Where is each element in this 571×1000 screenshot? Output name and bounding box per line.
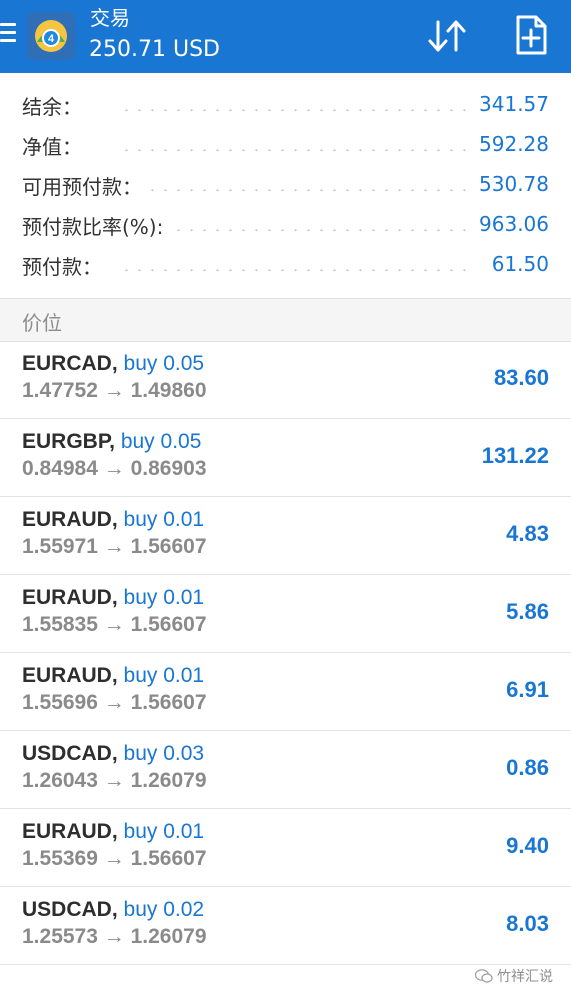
position-symbol: EURCAD <box>22 352 112 375</box>
current-price: 1.56607 <box>130 535 207 558</box>
position-side: buy 0.01 <box>123 508 205 531</box>
separator-comma: , <box>111 820 118 843</box>
position-profit: 5.86 <box>506 599 549 624</box>
screen-title: 交易 <box>90 6 130 30</box>
position-profit: 0.86 <box>506 755 549 780</box>
summary-value: 61.50 <box>485 252 549 276</box>
separator-comma: , <box>111 508 118 531</box>
arrow-icon: → <box>103 535 125 558</box>
current-price: 1.56607 <box>130 847 207 870</box>
position-side: buy 0.05 <box>120 430 202 453</box>
top-app-bar: 4 交易 250.71 USD <box>0 0 571 73</box>
summary-value: 592.28 <box>473 132 549 156</box>
summary-label: 净值： <box>22 131 88 160</box>
dotted-leader <box>120 149 475 151</box>
arrow-icon: → <box>103 925 125 948</box>
section-label: 价位 <box>22 311 62 335</box>
position-symbol: EURAUD <box>22 508 112 531</box>
summary-label: 结余： <box>22 91 88 120</box>
position-row[interactable]: EURAUD, buy 0.01 1.55369 → 1.56607 9.40 <box>0 809 571 887</box>
account-summary: 结余： 341.57 净值： 592.28 可用预付款： 530.78 预付款比… <box>0 85 571 285</box>
summary-row-margin: 预付款： 61.50 <box>0 245 571 285</box>
arrow-icon: → <box>103 691 125 714</box>
current-price: 1.56607 <box>130 691 207 714</box>
open-price: 1.25573 <box>22 925 98 948</box>
summary-row-balance: 结余： 341.57 <box>0 85 571 125</box>
current-price: 1.49860 <box>130 379 207 402</box>
menu-icon[interactable] <box>0 20 16 46</box>
summary-value: 341.57 <box>473 92 549 116</box>
position-row[interactable]: USDCAD, buy 0.02 1.25573 → 1.26079 8.03 <box>0 887 571 965</box>
separator-comma: , <box>111 898 118 921</box>
open-price: 1.26043 <box>22 769 98 792</box>
position-profit: 83.60 <box>493 365 549 390</box>
header-balance: 250.71 USD <box>89 37 220 62</box>
watermark-text: 竹祥汇说 <box>497 969 553 985</box>
position-profit: 8.03 <box>506 911 549 936</box>
position-side: buy 0.05 <box>123 352 205 375</box>
dotted-leader <box>120 189 475 191</box>
new-order-icon[interactable] <box>514 14 548 56</box>
position-symbol: EURAUD <box>22 664 112 687</box>
summary-label: 可用预付款： <box>22 171 148 200</box>
section-header: 价位 <box>0 298 571 342</box>
sort-icon[interactable] <box>426 16 470 56</box>
summary-row-margin-level: 预付款比率(%): 963.06 <box>0 205 571 245</box>
open-price: 1.55369 <box>22 847 98 870</box>
position-symbol: EURGBP <box>22 430 110 453</box>
position-side: buy 0.01 <box>123 586 205 609</box>
open-price: 0.84984 <box>22 457 98 480</box>
summary-value: 963.06 <box>473 212 549 236</box>
position-side: buy 0.03 <box>123 742 205 765</box>
summary-label: 预付款比率(%): <box>22 211 170 240</box>
open-price: 1.55835 <box>22 613 98 636</box>
watermark: 竹祥汇说 <box>474 966 553 986</box>
dotted-leader <box>120 229 475 231</box>
position-profit: 6.91 <box>506 677 549 702</box>
svg-text:4: 4 <box>48 33 55 45</box>
arrow-icon: → <box>103 613 125 636</box>
position-row[interactable]: EURGBP, buy 0.05 0.84984 → 0.86903 131.2… <box>0 419 571 497</box>
position-row[interactable]: EURAUD, buy 0.01 1.55835 → 1.56607 5.86 <box>0 575 571 653</box>
position-symbol: USDCAD <box>22 742 112 765</box>
open-price: 1.47752 <box>22 379 98 402</box>
separator-comma: , <box>111 352 118 375</box>
summary-label: 预付款： <box>22 251 108 280</box>
arrow-icon: → <box>103 769 125 792</box>
current-price: 0.86903 <box>130 457 207 480</box>
positions-list: EURCAD, buy 0.05 1.47752 → 1.49860 83.60… <box>0 341 571 965</box>
position-side: buy 0.01 <box>123 664 205 687</box>
separator-comma: , <box>109 430 115 453</box>
position-row[interactable]: EURAUD, buy 0.01 1.55971 → 1.56607 4.83 <box>0 497 571 575</box>
summary-value: 530.78 <box>473 172 549 196</box>
position-row[interactable]: EURAUD, buy 0.01 1.55696 → 1.56607 6.91 <box>0 653 571 731</box>
separator-comma: , <box>111 664 118 687</box>
separator-comma: , <box>111 586 118 609</box>
position-symbol: EURAUD <box>22 586 112 609</box>
position-side: buy 0.02 <box>123 898 205 921</box>
dotted-leader <box>120 109 475 111</box>
arrow-icon: → <box>103 847 125 870</box>
summary-row-equity: 净值： 592.28 <box>0 125 571 165</box>
position-profit: 9.40 <box>506 833 549 858</box>
position-side: buy 0.01 <box>123 820 205 843</box>
dotted-leader <box>120 269 475 271</box>
position-profit: 4.83 <box>506 521 549 546</box>
open-price: 1.55971 <box>22 535 98 558</box>
separator-comma: , <box>111 742 118 765</box>
wechat-icon <box>474 969 493 983</box>
summary-row-free-margin: 可用预付款： 530.78 <box>0 165 571 205</box>
position-symbol: EURAUD <box>22 820 112 843</box>
position-symbol: USDCAD <box>22 898 112 921</box>
position-row[interactable]: USDCAD, buy 0.03 1.26043 → 1.26079 0.86 <box>0 731 571 809</box>
open-price: 1.55696 <box>22 691 98 714</box>
current-price: 1.26079 <box>130 925 207 948</box>
current-price: 1.56607 <box>130 613 207 636</box>
current-price: 1.26079 <box>130 769 207 792</box>
arrow-icon: → <box>103 379 125 402</box>
arrow-icon: → <box>103 457 125 480</box>
position-row[interactable]: EURCAD, buy 0.05 1.47752 → 1.49860 83.60 <box>0 341 571 419</box>
position-profit: 131.22 <box>481 443 549 468</box>
metatrader-logo: 4 <box>27 12 75 60</box>
